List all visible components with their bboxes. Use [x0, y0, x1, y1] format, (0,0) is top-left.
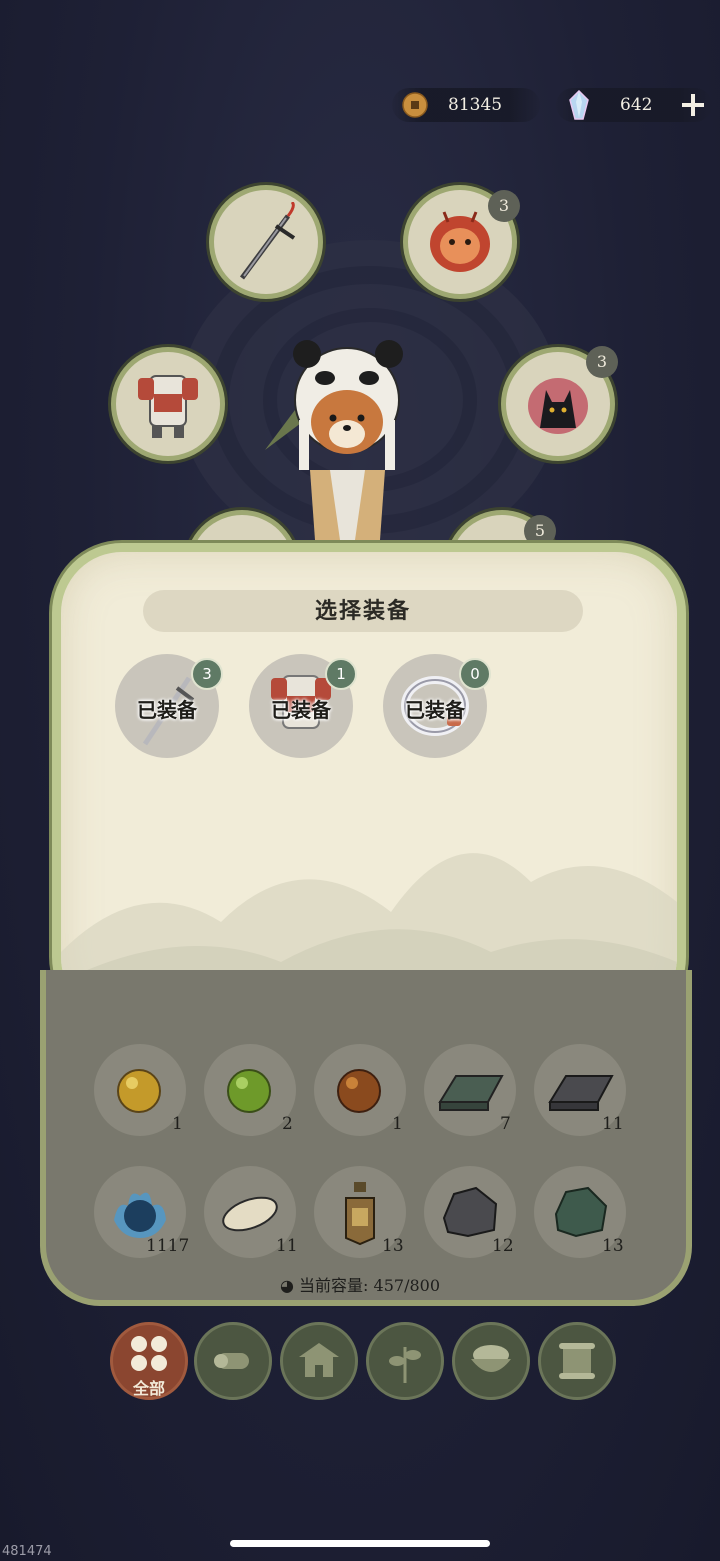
tab-food[interactable] — [452, 1322, 530, 1400]
bottle-icon — [345, 1182, 375, 1246]
item-count: 11 — [602, 1114, 624, 1134]
add-gems-button[interactable] — [680, 92, 706, 118]
green-orb-icon — [227, 1069, 271, 1113]
tab-herb[interactable] — [366, 1322, 444, 1400]
coin-value: 81345 — [448, 95, 503, 115]
weapon-slot[interactable] — [214, 190, 318, 294]
blue-flame-orb-icon — [114, 1192, 166, 1238]
mask-slot[interactable]: 3 — [408, 190, 520, 294]
iron-ingot-icon — [548, 1075, 614, 1111]
green-ore-icon — [554, 1186, 608, 1238]
tab-all[interactable]: 全部 — [110, 1322, 188, 1400]
panda-hat-character — [265, 340, 403, 540]
tab-building[interactable] — [280, 1322, 358, 1400]
equipped-label: 已装备 — [271, 698, 331, 722]
anubis-mask-icon — [528, 378, 588, 434]
item-count: 12 — [492, 1236, 514, 1256]
sword-icon — [239, 202, 296, 280]
grid-icon — [131, 1336, 167, 1371]
stone-icon — [442, 1186, 498, 1238]
tab-all-label: 全部 — [132, 1379, 165, 1398]
mask-slot-2-badge: 3 — [586, 346, 618, 378]
gem-icon — [569, 90, 589, 120]
gem-counter: 642 — [556, 88, 712, 122]
item-count: 13 — [602, 1236, 624, 1256]
green-ingot-icon — [438, 1075, 504, 1111]
item-count: 13 — [382, 1236, 404, 1256]
wood-icon — [214, 1353, 249, 1369]
equipped-label: 已装备 — [137, 698, 197, 722]
brown-orb-icon — [337, 1069, 381, 1113]
potato-icon — [222, 1196, 278, 1232]
capacity-icon: ◕ — [279, 1276, 294, 1295]
mask-slot-badge: 3 — [488, 190, 520, 222]
capacity-text: 当前容量: 457/800 — [299, 1276, 440, 1295]
player-id: 481474 — [2, 1544, 52, 1559]
item-count: 1 — [172, 1114, 183, 1134]
item-count-badge: 1 — [325, 658, 357, 690]
item-count: 2 — [282, 1114, 293, 1134]
item-count-badge: 0 — [459, 658, 491, 690]
item-count: 11 — [276, 1236, 298, 1256]
equipped-label: 已装备 — [405, 698, 465, 722]
item-count-badge: 3 — [191, 658, 223, 690]
item-count: 1117 — [146, 1236, 190, 1256]
gem-value: 642 — [620, 95, 653, 115]
tab-wood[interactable] — [194, 1322, 272, 1400]
yellow-orb-icon — [117, 1069, 161, 1113]
scroll-icon — [559, 1343, 595, 1379]
coin-counter: 81345 — [392, 88, 540, 122]
equipped-armor-item[interactable]: 已装备 1 — [249, 654, 357, 758]
capacity-indicator: ◕ 当前容量: 457/800 — [0, 1272, 720, 1296]
select-equipment-dialog: 选择装备 已装备 3 已装备 1 已装备 0 — [52, 543, 686, 1027]
house-icon — [299, 1343, 339, 1377]
dialog-title: 选择装备 — [143, 590, 583, 632]
mask-slot-2[interactable]: 3 — [506, 346, 618, 456]
armor-slot[interactable] — [116, 352, 220, 456]
herb-icon — [389, 1347, 421, 1383]
equipped-ring-item[interactable]: 已装备 0 — [383, 654, 491, 758]
tab-scroll[interactable] — [538, 1322, 616, 1400]
item-count: 7 — [500, 1114, 511, 1134]
bowl-icon — [471, 1345, 511, 1372]
coin-icon — [402, 92, 428, 118]
equipped-weapon-item[interactable]: 已装备 3 — [115, 654, 223, 758]
item-count: 1 — [392, 1114, 403, 1134]
home-indicator[interactable] — [230, 1540, 490, 1547]
demon-mask-icon — [430, 211, 490, 272]
armor-icon — [138, 375, 198, 438]
